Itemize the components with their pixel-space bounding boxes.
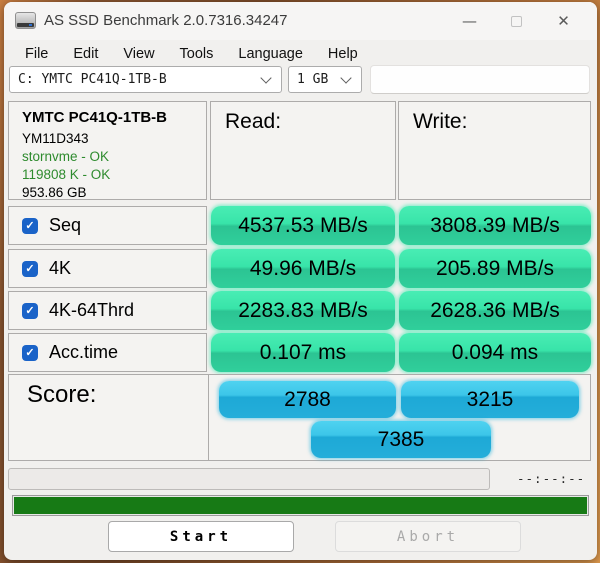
row-4k64thrd-label: 4K-64Thrd: [49, 300, 134, 321]
abort-button[interactable]: Abort: [335, 521, 521, 552]
status-display-box: [370, 65, 590, 94]
drive-select-dropdown[interactable]: C: YMTC PC41Q-1TB-B: [9, 66, 282, 93]
drive-firmware: YM11D343: [22, 130, 206, 148]
row-seq: ✓ Seq: [8, 206, 207, 245]
read-header-cell: Read:: [210, 101, 396, 200]
checkmark-icon: ✓: [25, 219, 34, 232]
4k-checkbox[interactable]: ✓: [22, 261, 38, 277]
desktop-background: AS SSD Benchmark 2.0.7316.34247 — ✕ File…: [0, 0, 600, 563]
menu-item-tools[interactable]: Tools: [180, 46, 214, 62]
title-bar: AS SSD Benchmark 2.0.7316.34247 — ✕: [4, 2, 597, 40]
test-size-dropdown[interactable]: 1 GB: [288, 66, 362, 93]
4k64thrd-read-value: 2283.83 MB/s: [211, 291, 395, 330]
test-size-value: 1 GB: [289, 72, 342, 87]
read-score-value: 2788: [219, 381, 396, 418]
menu-item-help[interactable]: Help: [328, 46, 358, 62]
drive-model: YMTC PC41Q-1TB-B: [22, 109, 206, 126]
menu-bar: File Edit View Tools Language Help: [4, 41, 597, 67]
maximize-icon: [511, 16, 522, 27]
row-4k: ✓ 4K: [8, 249, 207, 288]
read-header: Read:: [211, 102, 395, 134]
acctime-read-value: 0.107 ms: [211, 333, 395, 372]
drive-select-value: C: YMTC PC41Q-1TB-B: [10, 72, 262, 87]
total-score-value: 7385: [311, 421, 491, 458]
window-controls: — ✕: [446, 2, 587, 40]
row-acctime-label: Acc.time: [49, 342, 118, 363]
menu-item-file[interactable]: File: [25, 46, 48, 62]
seq-write-value: 3808.39 MB/s: [399, 206, 591, 245]
score-label: Score:: [27, 381, 96, 409]
row-4k-label: 4K: [49, 258, 71, 279]
row-acctime: ✓ Acc.time: [8, 333, 207, 372]
menu-item-language[interactable]: Language: [238, 46, 303, 62]
4k-read-value: 49.96 MB/s: [211, 249, 395, 288]
drive-info-panel: YMTC PC41Q-1TB-B YM11D343 stornvme - OK …: [8, 101, 207, 200]
minimize-button[interactable]: —: [446, 2, 493, 40]
4k64thrd-checkbox[interactable]: ✓: [22, 303, 38, 319]
app-window: AS SSD Benchmark 2.0.7316.34247 — ✕ File…: [4, 2, 597, 560]
write-score-value: 3215: [401, 381, 579, 418]
score-section: Score: 2788 3215 7385: [8, 374, 591, 461]
maximize-button[interactable]: [493, 2, 540, 40]
menu-item-edit[interactable]: Edit: [73, 46, 98, 62]
checkmark-icon: ✓: [25, 262, 34, 275]
elapsed-time-label: --:--:--: [517, 471, 585, 486]
chevron-down-icon: [340, 72, 351, 83]
menu-item-view[interactable]: View: [123, 46, 154, 62]
chevron-down-icon: [260, 72, 271, 83]
close-button[interactable]: ✕: [540, 2, 587, 40]
test-progress-bar: [8, 468, 490, 490]
seq-checkbox[interactable]: ✓: [22, 218, 38, 234]
hdd-app-icon: [15, 12, 36, 29]
drive-capacity: 953.86 GB: [22, 184, 206, 202]
write-header: Write:: [399, 102, 590, 134]
overall-progress-bar: [12, 495, 589, 516]
start-button[interactable]: Start: [108, 521, 294, 552]
checkmark-icon: ✓: [25, 304, 34, 317]
row-seq-label: Seq: [49, 215, 81, 236]
acctime-write-value: 0.094 ms: [399, 333, 591, 372]
window-title: AS SSD Benchmark 2.0.7316.34247: [44, 2, 288, 40]
seq-read-value: 4537.53 MB/s: [211, 206, 395, 245]
4k-write-value: 205.89 MB/s: [399, 249, 591, 288]
score-divider: [208, 375, 209, 460]
acctime-checkbox[interactable]: ✓: [22, 345, 38, 361]
alignment-status: 119808 K - OK: [22, 166, 206, 184]
4k64thrd-write-value: 2628.36 MB/s: [399, 291, 591, 330]
write-header-cell: Write:: [398, 101, 591, 200]
driver-status: stornvme - OK: [22, 148, 206, 166]
checkmark-icon: ✓: [25, 346, 34, 359]
row-4k64thrd: ✓ 4K-64Thrd: [8, 291, 207, 330]
